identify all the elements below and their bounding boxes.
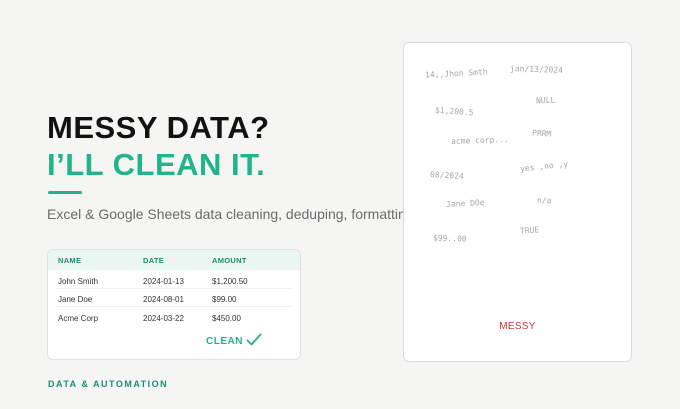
messy-item: jan/13/2024	[509, 64, 564, 75]
footer-category-tag: DATA & AUTOMATION	[48, 379, 169, 389]
messy-item: PRRM	[531, 128, 552, 139]
cell-name-1: John Smith	[58, 277, 99, 286]
messy-item: acme corp...	[450, 134, 509, 147]
messy-item: 08/2024	[429, 170, 464, 181]
accent-divider	[48, 191, 82, 194]
column-header-amount: AMOUNT	[212, 256, 247, 265]
column-header-name: NAME	[58, 256, 82, 265]
checkmark-icon	[246, 333, 262, 350]
cell-date-2: 2024-08-01	[143, 295, 184, 304]
messy-label: MESSY	[499, 321, 536, 332]
table-header-row: NAME DATE AMOUNT	[48, 250, 300, 270]
cell-amount-2: $99.00	[212, 295, 237, 304]
messy-item: $99..00	[432, 233, 467, 244]
messy-item: $1,200.5	[434, 105, 474, 118]
messy-item: TRUE	[519, 225, 540, 236]
clean-table-card: NAME DATE AMOUNT John Smith 2024-01-13 $…	[47, 249, 301, 360]
clean-label: CLEAN	[206, 336, 243, 347]
messy-item: Jane DOe	[445, 197, 485, 210]
cell-name-3: Acme Corp	[58, 314, 99, 323]
messy-item: n/a	[536, 195, 552, 206]
messy-item: 14,,Jhon Smth	[424, 67, 488, 80]
headline-messy-data: MESSY DATA?	[47, 110, 270, 145]
cell-name-2: Jane Doe	[58, 295, 93, 304]
cell-amount-1: $1,200.50	[212, 277, 248, 286]
row-divider	[56, 306, 292, 307]
messy-item: NULL	[535, 95, 556, 106]
column-header-date: DATE	[143, 256, 165, 265]
service-subtitle: Excel & Google Sheets data cleaning, ded…	[47, 206, 414, 222]
messy-data-card: 14,,Jhon Smth jan/13/2024 NULL $1,200.5 …	[403, 42, 632, 362]
headline-clean-it: I’LL CLEAN IT.	[47, 147, 266, 182]
cell-amount-3: $450.00	[212, 314, 241, 323]
cell-date-1: 2024-01-13	[143, 277, 184, 286]
row-divider	[56, 288, 292, 289]
cell-date-3: 2024-03-22	[143, 314, 184, 323]
clean-badge: CLEAN	[206, 333, 262, 350]
messy-item: yes ,no ,y	[519, 159, 569, 174]
